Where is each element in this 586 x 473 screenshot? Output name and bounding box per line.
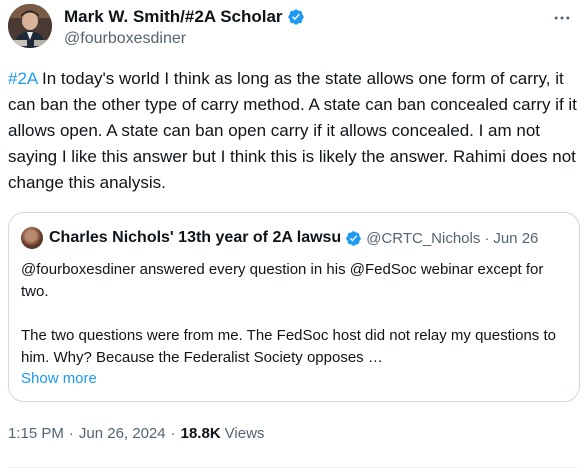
quoted-tweet-card[interactable]: Charles Nichols' 13th year of 2A lawsu @… [8, 212, 580, 402]
hashtag-link[interactable]: #2A [8, 69, 37, 88]
verified-badge-icon [287, 9, 304, 25]
quoted-author-handle: @CRTC_Nichols [366, 229, 481, 247]
author-name-row: Mark W. Smith/#2A Scholar [64, 6, 305, 28]
divider [8, 467, 578, 468]
author-handle[interactable]: @fourboxesdiner [64, 30, 305, 48]
tweet-date[interactable]: Jun 26, 2024 [79, 425, 166, 442]
tweet-text: #2A In today's world I think as long as … [8, 66, 580, 196]
dot-separator: · [484, 229, 490, 247]
quoted-tweet-date: Jun 26 [493, 229, 539, 247]
author-display-name[interactable]: Mark W. Smith/#2A Scholar [64, 7, 283, 27]
quoted-tweet-body: @fourboxesdiner answered every question … [21, 259, 566, 369]
quoted-tweet-paragraph: @fourboxesdiner answered every question … [21, 261, 544, 300]
quoted-tweet-paragraph: The two questions were from me. The FedS… [21, 327, 556, 366]
author-avatar[interactable] [8, 4, 52, 48]
views-label: Views [224, 425, 265, 442]
dot-separator: · [68, 425, 74, 442]
tweet-body: In today's world I think as long as the … [8, 69, 577, 192]
quoted-tweet-header: Charles Nichols' 13th year of 2A lawsu @… [21, 227, 569, 249]
quoted-author-avatar [21, 227, 43, 249]
author-info: Mark W. Smith/#2A Scholar @fourboxesdine… [64, 6, 305, 48]
quoted-author-display-name: Charles Nichols' 13th year of 2A lawsu [49, 229, 342, 246]
more-horizontal-icon[interactable] [550, 6, 574, 30]
tweet-meta: 1:15 PM · Jun 26, 2024 · 18.8K Views [8, 425, 264, 442]
views-count: 18.8K [180, 425, 221, 442]
dot-separator: · [170, 425, 176, 442]
show-more-link[interactable]: Show more [21, 370, 97, 387]
tweet-time[interactable]: 1:15 PM [8, 425, 64, 442]
verified-badge-icon [346, 230, 361, 246]
tweet-header: Mark W. Smith/#2A Scholar @fourboxesdine… [8, 4, 578, 52]
